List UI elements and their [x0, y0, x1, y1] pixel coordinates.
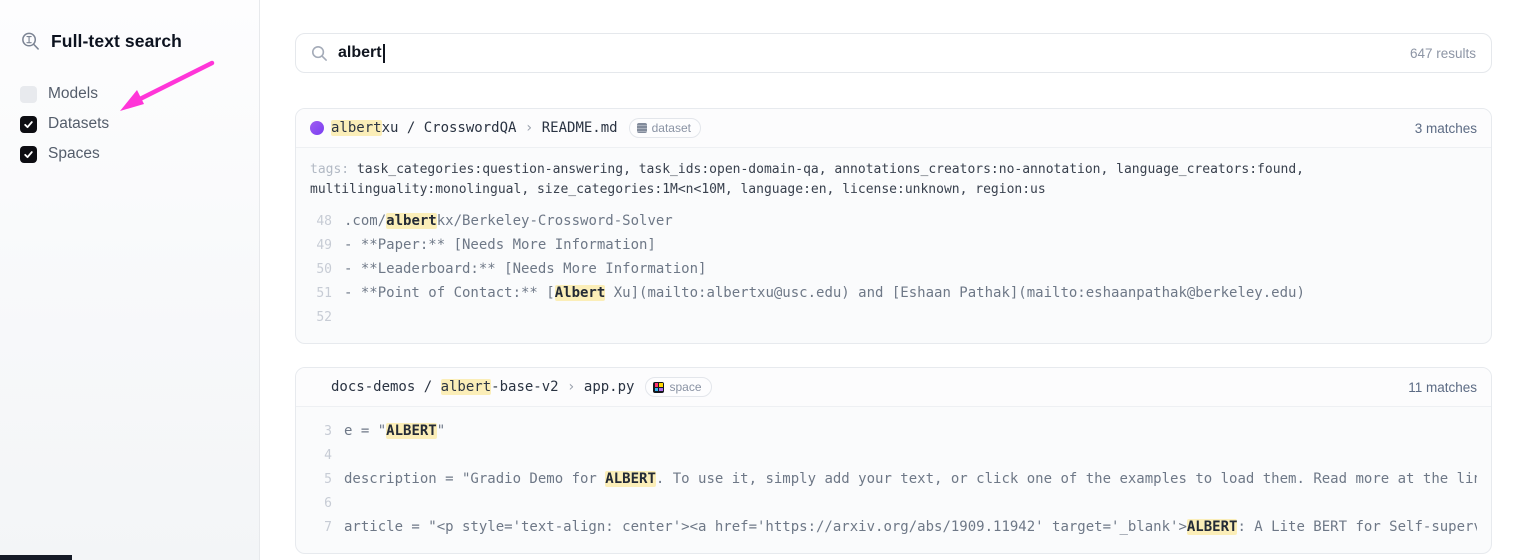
text-segment: - **Point of Contact:** [: [344, 285, 555, 301]
repo-path[interactable]: docs-demos / albert-base-v2 › app.py: [331, 379, 634, 395]
line-content: - **Point of Contact:** [Albert Xu](mail…: [344, 285, 1477, 301]
result-card-header[interactable]: docs-demos / albert-base-v2 › app.py spa…: [296, 368, 1491, 407]
results-count: 647 results: [1410, 46, 1476, 61]
code-line: 6: [310, 491, 1477, 515]
text-segment: ": [437, 423, 445, 439]
filter-datasets-label: Datasets: [48, 115, 109, 133]
dataset-icon: [637, 123, 647, 133]
text-segment: app.py: [584, 379, 635, 395]
match-count: 3 matches: [1415, 121, 1477, 136]
text-segment: article = "<p style='text-align: center'…: [344, 519, 1187, 535]
code-line: 50 - **Leaderboard:** [Needs More Informa…: [310, 257, 1477, 281]
checkmark-icon: [23, 119, 34, 130]
text-cursor: [383, 44, 385, 63]
search-query-text: albert: [338, 44, 382, 62]
code-snippet: 3e = "ALBERT"45description = "Gradio Dem…: [310, 419, 1477, 539]
highlighted-match: albert: [386, 213, 437, 229]
code-line: 3 e = "ALBERT": [310, 419, 1477, 443]
text-segment: - **Paper:** [Needs More Information]: [344, 237, 656, 253]
line-content: e = "ALBERT": [344, 423, 1477, 439]
line-number: 52: [310, 310, 332, 325]
highlighted-match: Albert: [555, 285, 606, 301]
code-line: 5 description = "Gradio Demo for ALBERT. …: [310, 467, 1477, 491]
highlighted-match: ALBERT: [386, 423, 437, 439]
search-bar[interactable]: albert 647 results: [295, 33, 1492, 73]
space-badge: space: [645, 377, 711, 397]
badge-label: dataset: [652, 121, 691, 135]
search-icon: [311, 45, 328, 62]
page-title: Full-text search: [51, 31, 182, 52]
checkbox-models-unchecked[interactable]: [20, 86, 37, 103]
line-number: 50: [310, 262, 332, 277]
checkbox-datasets-checked[interactable]: [20, 116, 37, 133]
line-content: .com/albertkx/Berkeley-Crossword-Solver: [344, 213, 1477, 229]
line-content: - **Leaderboard:** [Needs More Informati…: [344, 261, 1477, 277]
line-number: 6: [310, 496, 332, 511]
filter-models[interactable]: Models: [20, 85, 98, 103]
badge-label: space: [669, 380, 701, 394]
line-content: description = "Gradio Demo for ALBERT. T…: [344, 471, 1477, 487]
highlighted-match: albert: [441, 379, 492, 395]
bottom-left-dark-strip: [0, 555, 72, 560]
match-count: 11 matches: [1408, 380, 1477, 395]
code-line: 4: [310, 443, 1477, 467]
code-line: 48 .com/albertkx/Berkeley-Crossword-Solve…: [310, 209, 1477, 233]
code-line: 49 - **Paper:** [Needs More Information]: [310, 233, 1477, 257]
code-line: 51 - **Point of Contact:** [Albert Xu](ma…: [310, 281, 1477, 305]
tags-label: tags:: [310, 162, 349, 177]
repo-path[interactable]: albertxu / CrosswordQA › README.md: [331, 120, 618, 136]
line-number: 5: [310, 472, 332, 487]
filter-spaces[interactable]: Spaces: [20, 145, 100, 163]
tags-value: task_categories:question-answering, task…: [310, 162, 1304, 197]
highlighted-match: albert: [331, 120, 382, 136]
line-content: article = "<p style='text-align: center'…: [344, 519, 1477, 535]
snippet-body: tags: task_categories:question-answering…: [296, 148, 1491, 343]
text-segment: docs-demos /: [331, 379, 441, 395]
text-segment: .com/: [344, 213, 386, 229]
checkmark-icon: [23, 149, 34, 160]
result-card-header[interactable]: albertxu / CrosswordQA › README.md datas…: [296, 109, 1491, 148]
tags-line: tags: task_categories:question-answering…: [310, 160, 1477, 200]
search-input[interactable]: albert: [338, 44, 385, 63]
text-segment: ›: [559, 379, 584, 395]
text-segment: -base-v2: [491, 379, 558, 395]
sidebar-header: Full-text search: [20, 31, 182, 52]
line-number: 48: [310, 214, 332, 229]
text-segment: : A Lite BERT for Self-supervise: [1237, 519, 1477, 535]
filter-spaces-label: Spaces: [48, 145, 100, 163]
filter-datasets[interactable]: Datasets: [20, 115, 109, 133]
text-segment: README.md: [542, 120, 618, 136]
result-card-albert-base-v2: docs-demos / albert-base-v2 › app.py spa…: [295, 367, 1492, 554]
text-segment: Xu](mailto:albertxu@usc.edu) and [Eshaan…: [605, 285, 1305, 301]
dataset-badge: dataset: [629, 118, 701, 138]
result-card-crosswordqa: albertxu / CrosswordQA › README.md datas…: [295, 108, 1492, 344]
text-segment: ›: [516, 120, 541, 136]
highlighted-match: ALBERT: [605, 471, 656, 487]
line-number: 3: [310, 424, 332, 439]
text-segment: xu / CrosswordQA: [382, 120, 517, 136]
text-segment: kx/Berkeley-Crossword-Solver: [437, 213, 673, 229]
code-line: 7 article = "<p style='text-align: center…: [310, 515, 1477, 539]
code-snippet: 48 .com/albertkx/Berkeley-Crossword-Solve…: [310, 209, 1477, 329]
line-number: 7: [310, 520, 332, 535]
snippet-body: 3e = "ALBERT"45description = "Gradio Dem…: [296, 407, 1491, 553]
code-line: 52: [310, 305, 1477, 329]
checkbox-spaces-checked[interactable]: [20, 146, 37, 163]
avatar: [310, 121, 324, 135]
full-text-search-icon: [20, 31, 41, 52]
highlighted-match: ALBERT: [1187, 519, 1238, 535]
space-icon: [653, 382, 664, 393]
line-number: 49: [310, 238, 332, 253]
filter-models-label: Models: [48, 85, 98, 103]
text-segment: description = "Gradio Demo for: [344, 471, 605, 487]
filters-sidebar: Full-text search Models Datasets Spaces: [0, 0, 260, 560]
text-segment: - **Leaderboard:** [Needs More Informati…: [344, 261, 706, 277]
line-content: - **Paper:** [Needs More Information]: [344, 237, 1477, 253]
search-results-main: albert 647 results albertxu / CrosswordQ…: [295, 0, 1492, 554]
line-number: 51: [310, 286, 332, 301]
text-segment: e = ": [344, 423, 386, 439]
line-number: 4: [310, 448, 332, 463]
text-segment: . To use it, simply add your text, or cl…: [656, 471, 1477, 487]
